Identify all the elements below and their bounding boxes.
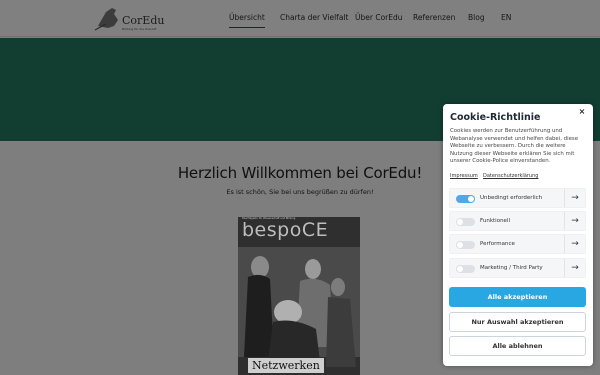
impressum-link[interactable]: Impressum: [450, 173, 478, 179]
top-navbar: CorEdu Bildung für die Zukunft Übersicht…: [0, 0, 600, 37]
nav-ueber[interactable]: Über CorEdu: [355, 13, 403, 22]
arrow-right-icon[interactable]: →: [569, 192, 581, 204]
nav-ubersicht[interactable]: Übersicht: [229, 13, 265, 28]
toggle-label: Unbedingt erforderlich: [480, 195, 543, 201]
magazine-cover[interactable]: Das Magazin für Wissenschaft und Bildung…: [238, 217, 360, 375]
arrow-right-icon[interactable]: →: [569, 238, 581, 250]
datenschutz-link[interactable]: Datenschutzerklärung: [483, 173, 538, 179]
cookie-title: Cookie-Richtlinie: [450, 112, 541, 123]
accept-all-button[interactable]: Alle akzeptieren: [449, 287, 586, 307]
toggle-label: Performance: [480, 241, 515, 247]
toggle-necessary[interactable]: [456, 195, 475, 203]
nav-charta[interactable]: Charta der Vielfalt: [280, 13, 348, 22]
magazine-title: bespoCE: [242, 219, 329, 241]
nav-referenzen[interactable]: Referenzen: [413, 13, 455, 22]
cookie-description: Cookies werden zur Benutzerführung und W…: [450, 128, 579, 164]
accept-selection-button[interactable]: Nur Auswahl akzeptieren: [449, 312, 586, 332]
cookie-row-necessary: Unbedingt erforderlich →: [449, 188, 586, 208]
nav-language[interactable]: EN: [501, 13, 511, 22]
arrow-right-icon[interactable]: →: [569, 262, 581, 274]
toggle-performance[interactable]: [456, 241, 475, 249]
arrow-right-icon[interactable]: →: [569, 215, 581, 227]
toggle-marketing[interactable]: [456, 265, 475, 273]
cookie-row-marketing: Marketing / Third Party →: [449, 258, 586, 278]
reject-all-button[interactable]: Alle ablehnen: [449, 336, 586, 356]
toggle-label: Funktionell: [480, 218, 510, 224]
close-icon[interactable]: ×: [577, 107, 587, 117]
toggle-label: Marketing / Third Party: [480, 265, 543, 271]
magazine-bottom-label: Netzwerken: [248, 358, 324, 373]
cookie-row-performance: Performance →: [449, 234, 586, 254]
logo-tagline: Bildung für die Zukunft: [122, 27, 157, 31]
toggle-functional[interactable]: [456, 218, 475, 226]
logo-text[interactable]: CorEdu: [122, 14, 164, 27]
cookie-row-functional: Funktionell →: [449, 211, 586, 231]
nav-blog[interactable]: Blog: [468, 13, 485, 22]
